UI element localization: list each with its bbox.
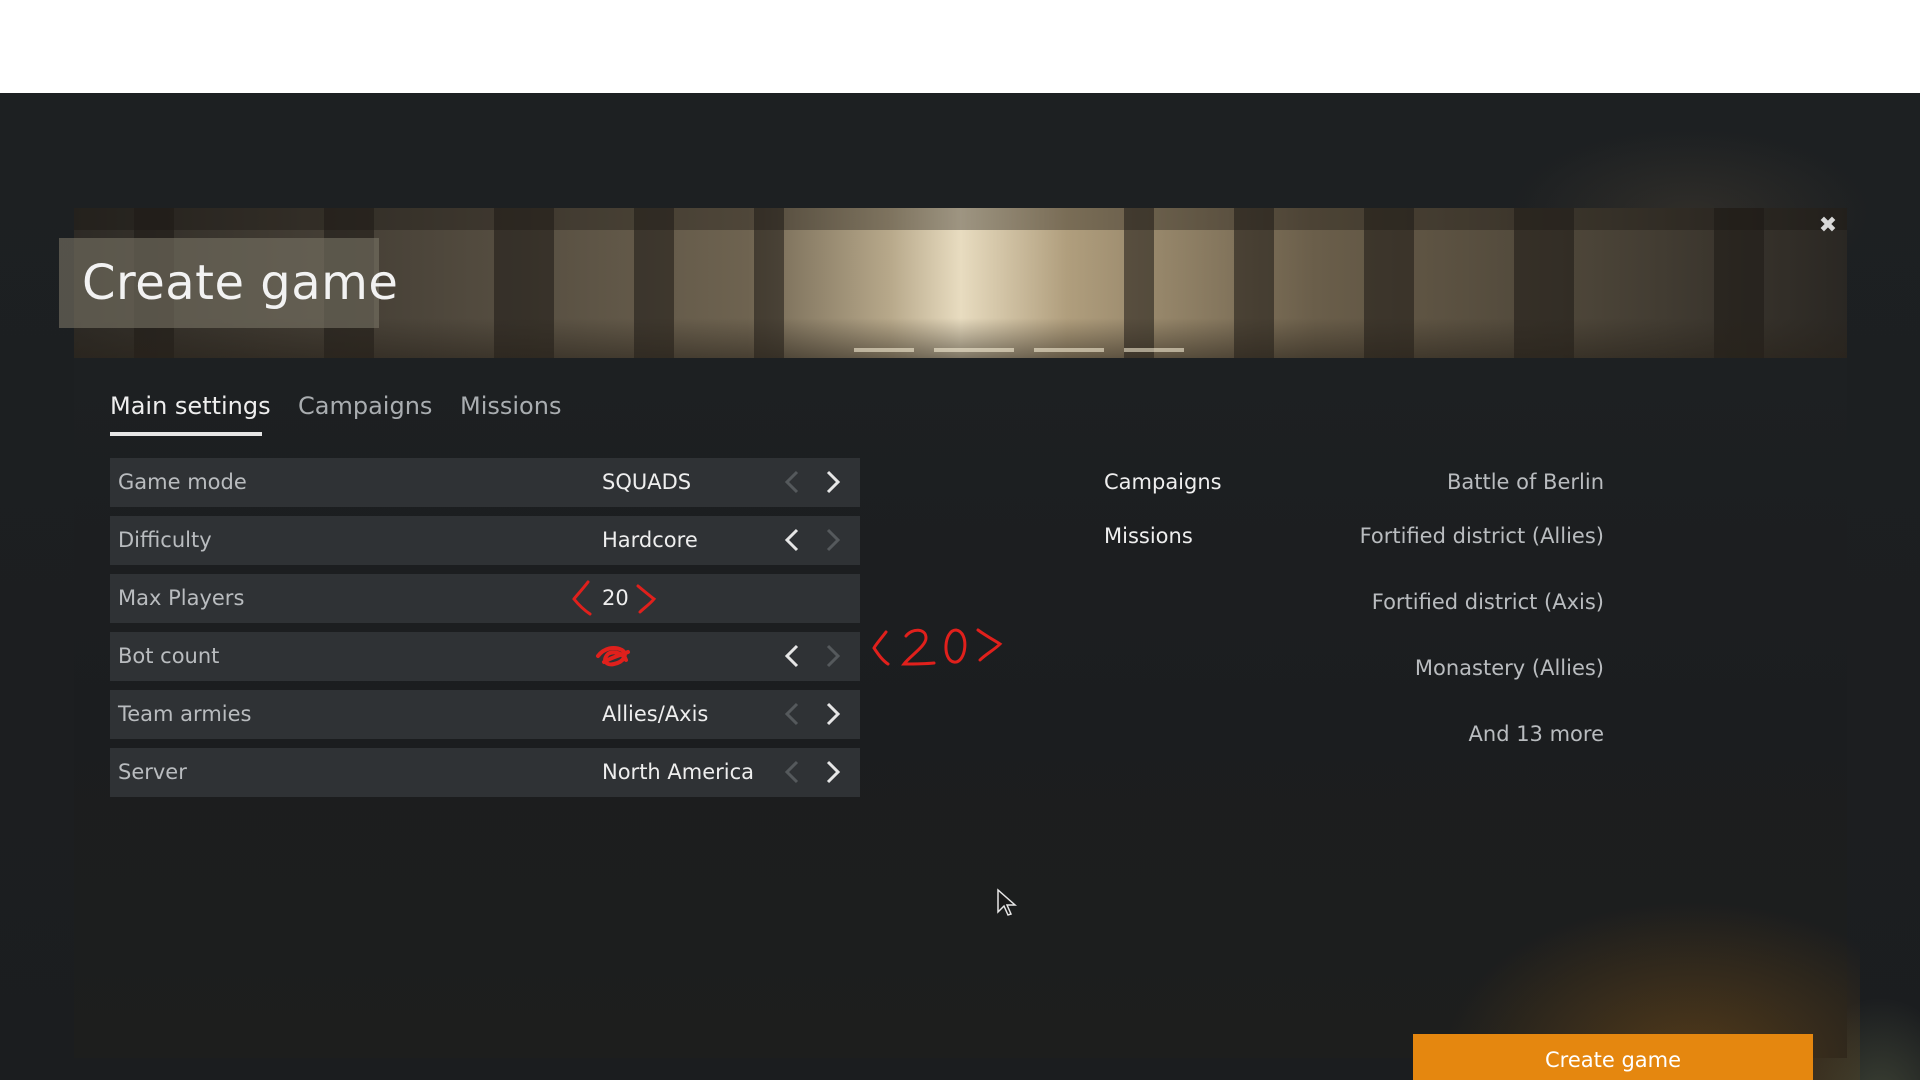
setting-label: Game mode xyxy=(118,470,247,494)
tab-label: Campaigns xyxy=(298,392,433,420)
chevron-right-icon[interactable] xyxy=(817,641,847,671)
dialog-title: Create game xyxy=(82,255,399,311)
summary-mission-item: Fortified district (Axis) xyxy=(1371,590,1604,614)
setting-row-team-armies: Team armies Allies/Axis xyxy=(110,690,860,739)
chevron-right-icon[interactable] xyxy=(817,467,847,497)
setting-value: Allies/Axis xyxy=(602,702,709,726)
setting-row-bot-count: Bot count xyxy=(110,632,860,681)
chevron-left-icon[interactable] xyxy=(778,757,808,787)
setting-row-max-players: Max Players 20 xyxy=(110,574,860,623)
setting-value: 20 xyxy=(602,586,629,610)
setting-label: Difficulty xyxy=(118,528,212,552)
chevron-left-icon[interactable] xyxy=(778,641,808,671)
setting-label: Bot count xyxy=(118,644,220,668)
summary-more-missions: And 13 more xyxy=(1468,722,1604,746)
chevron-left-icon[interactable] xyxy=(778,525,808,555)
browser-top-bar xyxy=(0,0,1920,93)
tab-label: Missions xyxy=(460,392,562,420)
close-icon[interactable]: ✖ xyxy=(1816,214,1840,238)
chevron-right-icon[interactable] xyxy=(817,699,847,729)
summary-mission-item: Monastery (Allies) xyxy=(1414,656,1604,680)
setting-label: Server xyxy=(118,760,187,784)
handwritten-annotation xyxy=(870,622,1010,676)
setting-row-difficulty: Difficulty Hardcore xyxy=(110,516,860,565)
setting-value: SQUADS xyxy=(602,470,692,494)
red-scribble-mark xyxy=(594,642,634,674)
summary-mission-item: Fortified district (Allies) xyxy=(1359,524,1604,548)
chevron-right-icon[interactable] xyxy=(817,757,847,787)
setting-value: North America xyxy=(602,760,755,784)
summary-campaigns-value: Battle of Berlin xyxy=(1446,470,1604,494)
mouse-cursor-icon xyxy=(996,888,1018,922)
summary-campaigns-label: Campaigns xyxy=(1104,470,1222,494)
setting-label: Max Players xyxy=(118,586,245,610)
active-tab-indicator xyxy=(110,432,262,436)
chevron-right-icon[interactable] xyxy=(817,525,847,555)
red-chevron-left-sketch xyxy=(570,580,596,620)
chevron-left-icon[interactable] xyxy=(778,699,808,729)
tab-campaigns[interactable]: Campaigns xyxy=(298,392,432,420)
tab-main-settings[interactable]: Main settings xyxy=(110,392,271,436)
setting-row-game-mode: Game mode SQUADS xyxy=(110,458,860,507)
setting-label: Team armies xyxy=(118,702,252,726)
red-chevron-right-sketch xyxy=(634,582,658,620)
summary-missions-label: Missions xyxy=(1104,524,1193,548)
tab-label: Main settings xyxy=(110,392,271,420)
tab-missions[interactable]: Missions xyxy=(460,392,561,420)
setting-value: Hardcore xyxy=(602,528,698,552)
create-game-button[interactable]: Create game xyxy=(1413,1034,1813,1080)
chevron-left-icon[interactable] xyxy=(778,467,808,497)
setting-row-server: Server North America xyxy=(110,748,860,797)
